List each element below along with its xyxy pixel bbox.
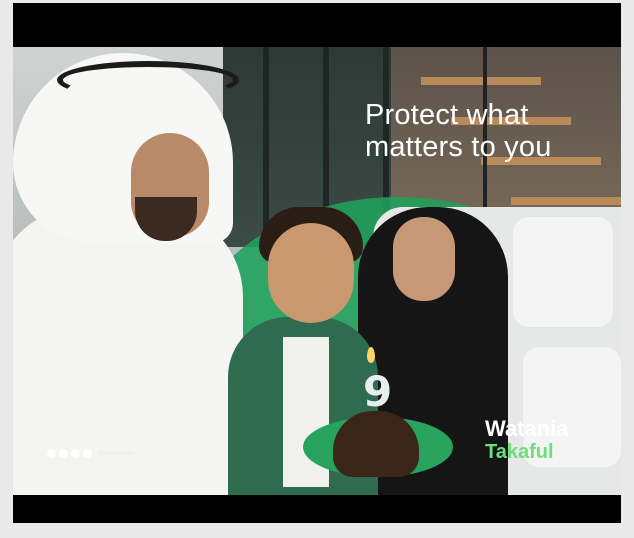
youtube-icon [83,449,92,458]
instagram-icon [47,449,56,458]
letterbox-bottom [13,495,621,523]
boy-face [268,223,354,323]
brand-subtitle: Takaful [485,441,554,463]
brand-logo: Watania Takaful [485,416,615,464]
number-candle: 9 [363,367,393,416]
birthday-cake [333,411,419,477]
headline-line-2: matters to you [365,131,552,163]
ad-photo: 9 Protect what matters to you @mywatania… [13,47,621,495]
facebook-icon [71,449,80,458]
social-links: @mywatania [47,449,133,458]
social-handle: @mywatania [98,450,133,457]
man-agal [57,61,239,99]
twitter-icon [59,449,68,458]
headline-line-1: Protect what [365,99,529,131]
headline: Protect what matters to you [365,99,615,163]
candle-flame [367,347,375,363]
brand-name: Watania [485,416,569,441]
ad-frame: 9 Protect what matters to you @mywatania… [13,3,621,523]
woman-face [393,217,455,301]
